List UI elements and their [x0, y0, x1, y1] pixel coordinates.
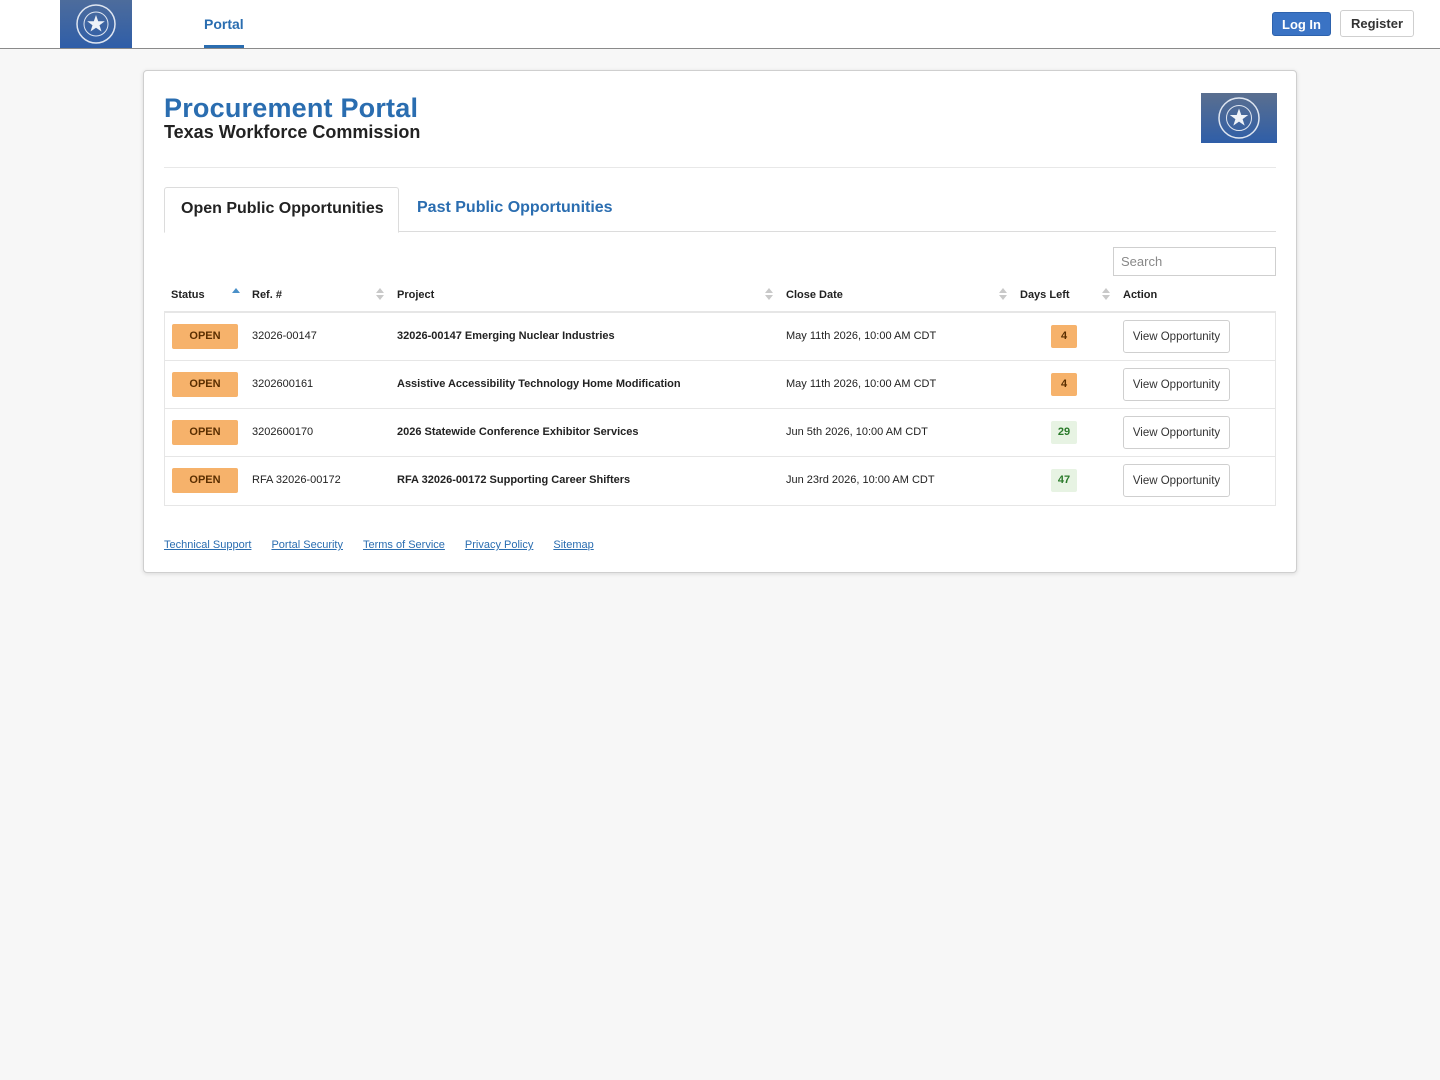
page-title: Procurement Portal	[164, 93, 419, 123]
opportunities-table: Status Ref. # Project Close Date Days Le…	[164, 281, 1276, 506]
table-row: OPEN 3202600161 Assistive Accessibility …	[165, 361, 1275, 409]
table-row: OPEN RFA 32026-00172 RFA 32026-00172 Sup…	[165, 457, 1275, 505]
column-header-close-date[interactable]: Close Date	[786, 281, 843, 311]
footer-link-portal-security[interactable]: Portal Security	[271, 539, 343, 551]
project-name: 32026-00147 Emerging Nuclear Industries	[397, 330, 615, 342]
close-date: May 11th 2026, 10:00 AM CDT	[786, 378, 937, 390]
project-name: 2026 Statewide Conference Exhibitor Serv…	[397, 426, 639, 438]
footer-link-privacy-policy[interactable]: Privacy Policy	[465, 539, 533, 551]
status-badge: OPEN	[172, 372, 238, 397]
top-navigation: Portal Log In Register	[0, 0, 1440, 49]
close-date: Jun 5th 2026, 10:00 AM CDT	[786, 426, 928, 438]
sort-icon[interactable]	[376, 287, 384, 303]
tab-open-opportunities[interactable]: Open Public Opportunities	[164, 187, 399, 233]
sort-icon[interactable]	[765, 287, 773, 303]
ref-number: 3202600161	[252, 378, 314, 390]
footer-links: Technical Support Portal Security Terms of…	[164, 539, 614, 551]
column-header-status[interactable]: Status	[171, 281, 205, 311]
twc-seal-logo-large	[1201, 93, 1277, 143]
ref-number: 3202600170	[252, 426, 314, 438]
status-badge: OPEN	[172, 324, 238, 349]
login-button[interactable]: Log In	[1272, 12, 1331, 36]
twc-seal-logo[interactable]	[60, 0, 132, 48]
column-header-ref[interactable]: Ref. #	[252, 281, 282, 311]
days-left-badge: 4	[1051, 373, 1077, 396]
status-badge: OPEN	[172, 420, 238, 445]
tab-past-opportunities[interactable]: Past Public Opportunities	[417, 187, 613, 231]
ref-number: 32026-00147	[252, 330, 317, 342]
view-opportunity-button[interactable]: View Opportunity	[1123, 320, 1230, 353]
seal-icon	[1218, 97, 1260, 139]
column-header-project[interactable]: Project	[397, 281, 434, 311]
column-header-action: Action	[1123, 289, 1158, 301]
register-button[interactable]: Register	[1340, 10, 1414, 37]
close-date: May 11th 2026, 10:00 AM CDT	[786, 330, 937, 342]
table-row: OPEN 3202600170 2026 Statewide Conferenc…	[165, 409, 1275, 457]
project-name: Assistive Accessibility Technology Home …	[397, 378, 681, 390]
sort-icon[interactable]	[1102, 287, 1110, 303]
footer-link-technical-support[interactable]: Technical Support	[164, 539, 251, 551]
seal-icon	[76, 4, 116, 44]
header-divider	[164, 167, 1276, 168]
sort-asc-icon[interactable]	[232, 287, 240, 303]
view-opportunity-button[interactable]: View Opportunity	[1123, 368, 1230, 401]
nav-portal-label: Portal	[204, 16, 244, 32]
days-left-badge: 4	[1051, 325, 1077, 348]
days-left-badge: 47	[1051, 469, 1077, 492]
status-badge: OPEN	[172, 468, 238, 493]
ref-number: RFA 32026-00172	[252, 474, 341, 486]
table-body: OPEN 32026-00147 32026-00147 Emerging Nu…	[164, 313, 1276, 506]
search-input[interactable]	[1113, 247, 1276, 276]
footer-link-terms-of-service[interactable]: Terms of Service	[363, 539, 445, 551]
column-header-days-left[interactable]: Days Left	[1020, 281, 1070, 311]
page-subtitle: Texas Workforce Commission	[164, 122, 421, 142]
footer-link-sitemap[interactable]: Sitemap	[553, 539, 593, 551]
sort-icon[interactable]	[999, 287, 1007, 303]
view-opportunity-button[interactable]: View Opportunity	[1123, 416, 1230, 449]
close-date: Jun 23rd 2026, 10:00 AM CDT	[786, 474, 935, 486]
table-header: Status Ref. # Project Close Date Days Le…	[164, 281, 1276, 313]
opportunities-card: Procurement Portal Texas Workforce Commi…	[143, 70, 1297, 573]
project-name: RFA 32026-00172 Supporting Career Shifte…	[397, 474, 631, 486]
days-left-badge: 29	[1051, 421, 1077, 444]
nav-portal-link[interactable]: Portal	[204, 0, 244, 48]
view-opportunity-button[interactable]: View Opportunity	[1123, 464, 1230, 497]
table-row: OPEN 32026-00147 32026-00147 Emerging Nu…	[165, 313, 1275, 361]
